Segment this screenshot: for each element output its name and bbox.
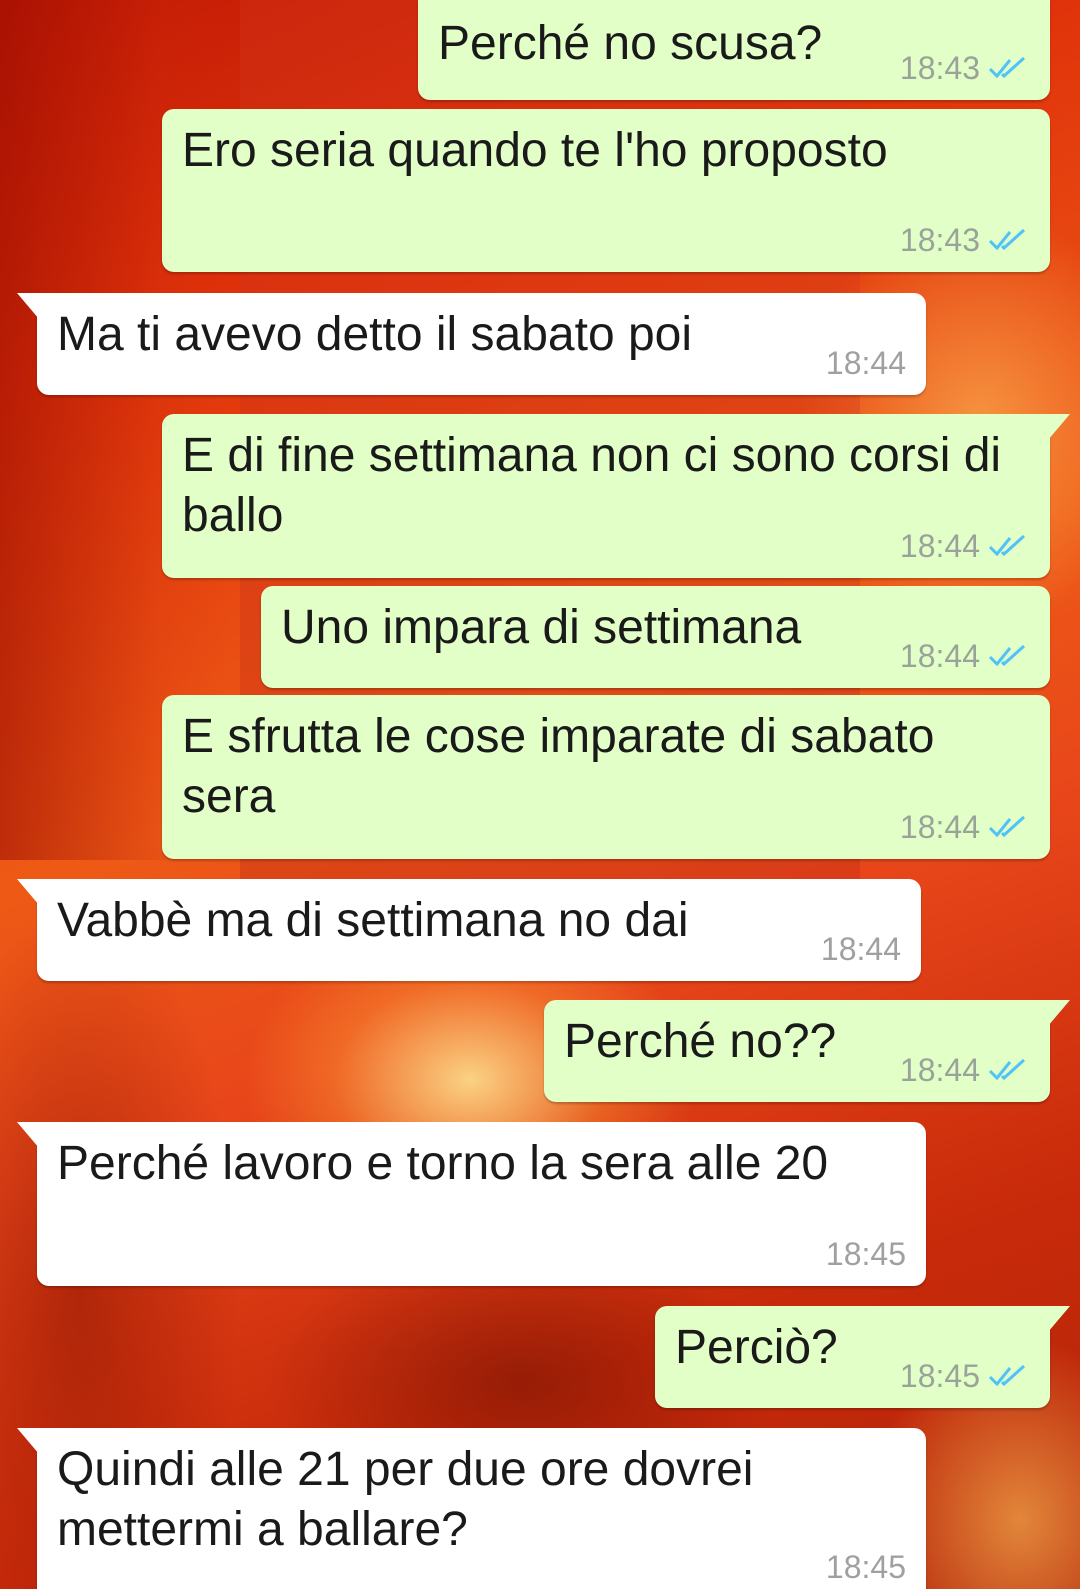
message-time: 18:44 bbox=[899, 809, 980, 845]
double-check-icon bbox=[988, 644, 1026, 667]
message-time: 18:44 bbox=[899, 1052, 980, 1088]
message-text: Vabbè ma di settimana no dai bbox=[57, 894, 689, 947]
message-meta: 18:44 bbox=[826, 345, 906, 381]
message-text: Ma ti avevo detto il sabato poi bbox=[57, 308, 693, 361]
double-check-icon bbox=[988, 228, 1026, 251]
message-list[interactable]: Perché no scusa? 18:43 Ero seria quando … bbox=[0, 0, 1080, 1589]
double-check-icon bbox=[988, 56, 1026, 79]
double-check-icon bbox=[988, 1058, 1026, 1081]
message-bubble-outgoing[interactable]: Perché no scusa? 18:43 bbox=[418, 0, 1050, 100]
message-meta: 18:44 bbox=[821, 931, 901, 967]
message-bubble-outgoing[interactable]: Perché no?? 18:44 bbox=[544, 1000, 1070, 1102]
message-time: 18:44 bbox=[899, 638, 980, 674]
message-bubble-incoming[interactable]: Perché lavoro e torno la sera alle 20 18… bbox=[17, 1122, 926, 1286]
message-meta: 18:45 bbox=[826, 1549, 906, 1585]
message-meta: 18:43 bbox=[900, 222, 1030, 258]
message-bubble-incoming[interactable]: Quindi alle 21 per due ore dovrei metter… bbox=[17, 1428, 926, 1589]
message-bubble-outgoing[interactable]: Perciò? 18:45 bbox=[655, 1306, 1070, 1408]
message-time: 18:44 bbox=[899, 528, 980, 564]
message-meta: 18:44 bbox=[900, 638, 1030, 674]
message-text: Ero seria quando te l'ho proposto bbox=[182, 124, 888, 177]
message-meta: 18:44 bbox=[900, 528, 1030, 564]
double-check-icon bbox=[988, 815, 1026, 838]
message-meta: 18:43 bbox=[900, 50, 1030, 86]
message-meta: 18:45 bbox=[826, 1236, 906, 1272]
message-time: 18:45 bbox=[825, 1236, 906, 1272]
message-meta: 18:44 bbox=[900, 809, 1030, 845]
message-time: 18:44 bbox=[820, 931, 901, 967]
message-time: 18:44 bbox=[825, 345, 906, 381]
message-bubble-outgoing[interactable]: Uno impara di settimana 18:44 bbox=[261, 586, 1050, 688]
message-bubble-outgoing[interactable]: Ero seria quando te l'ho proposto 18:43 bbox=[162, 109, 1050, 272]
message-time: 18:45 bbox=[825, 1549, 906, 1585]
double-check-icon bbox=[988, 1364, 1026, 1387]
message-time: 18:45 bbox=[899, 1358, 980, 1394]
message-bubble-incoming[interactable]: Ma ti avevo detto il sabato poi 18:44 bbox=[17, 293, 926, 395]
message-bubble-outgoing[interactable]: E di fine settimana non ci sono corsi di… bbox=[162, 414, 1070, 578]
message-bubble-incoming[interactable]: Vabbè ma di settimana no dai 18:44 bbox=[17, 879, 921, 981]
message-bubble-outgoing[interactable]: E sfrutta le cose imparate di sabato ser… bbox=[162, 695, 1050, 859]
message-text: Perché lavoro e torno la sera alle 20 bbox=[57, 1137, 829, 1190]
double-check-icon bbox=[988, 534, 1026, 557]
message-time: 18:43 bbox=[899, 50, 980, 86]
message-meta: 18:44 bbox=[900, 1052, 1030, 1088]
message-time: 18:43 bbox=[899, 222, 980, 258]
message-meta: 18:45 bbox=[900, 1358, 1030, 1394]
message-text: Quindi alle 21 per due ore dovrei metter… bbox=[57, 1443, 754, 1556]
